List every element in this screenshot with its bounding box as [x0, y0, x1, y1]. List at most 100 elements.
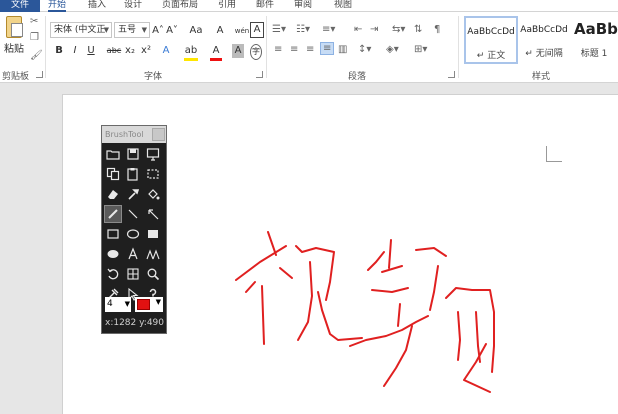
highlight-button[interactable]: ab: [184, 44, 198, 61]
character-shading-button[interactable]: A: [232, 44, 244, 58]
enclose-characters-button[interactable]: 字: [250, 44, 262, 60]
font-color-button[interactable]: A: [210, 44, 222, 61]
filled-rectangle-icon[interactable]: [144, 225, 162, 243]
cut-icon[interactable]: ✂: [30, 16, 38, 27]
underline-button[interactable]: U: [86, 44, 96, 58]
align-left-icon[interactable]: ≡: [274, 44, 282, 55]
style-sample: AaBb: [574, 20, 618, 38]
grid-icon[interactable]: [124, 265, 142, 283]
font-family-select[interactable]: 宋体 (中文正 ▼: [50, 22, 112, 38]
copy-icon[interactable]: [104, 165, 122, 183]
tab-file[interactable]: 文件: [0, 0, 40, 12]
group-divider: [266, 16, 267, 78]
align-right-icon[interactable]: ≡: [306, 44, 314, 55]
styles-group-label: 样式: [532, 72, 551, 82]
chinese-layout-icon[interactable]: ⇆▾: [392, 24, 405, 35]
tab-design[interactable]: 设计: [124, 0, 142, 12]
bullets-icon[interactable]: ☰▾: [272, 24, 286, 35]
paste-button[interactable]: 粘贴: [4, 40, 24, 55]
save-icon[interactable]: [124, 145, 142, 163]
shading-icon[interactable]: ◈▾: [386, 44, 399, 55]
align-center-icon[interactable]: ≡: [290, 44, 298, 55]
grow-font-button[interactable]: A˄: [152, 24, 164, 38]
paragraph-group-label: 段落: [348, 72, 367, 82]
format-painter-icon[interactable]: 🖌: [30, 50, 43, 61]
strikethrough-button[interactable]: abc: [106, 44, 122, 58]
italic-button[interactable]: I: [70, 44, 80, 58]
eraser-icon[interactable]: [104, 185, 122, 203]
font-size-select[interactable]: 五号 ▼: [114, 22, 150, 38]
font-launcher-icon[interactable]: [256, 71, 263, 78]
clear-format-button[interactable]: A: [214, 24, 226, 38]
text-style-icon[interactable]: [144, 245, 162, 263]
open-folder-icon[interactable]: [104, 145, 122, 163]
brush-size-select[interactable]: 4 ▼: [105, 297, 131, 312]
ellipse-tool-icon[interactable]: [124, 225, 142, 243]
sort-icon[interactable]: ⇅: [414, 24, 422, 35]
tab-references[interactable]: 引用: [218, 0, 236, 12]
arrow-tool-icon[interactable]: [144, 205, 162, 223]
change-case-button[interactable]: Aa: [186, 24, 206, 38]
tab-view[interactable]: 视图: [334, 0, 352, 12]
select-rect-icon[interactable]: [144, 165, 162, 183]
multilevel-list-icon[interactable]: ≡▾: [322, 24, 335, 35]
brush-size-value: 4: [107, 299, 113, 309]
phonetic-guide-button[interactable]: wén: [234, 24, 250, 38]
style-name: ↵ 正文: [476, 51, 506, 61]
numbering-icon[interactable]: ☷▾: [296, 24, 310, 35]
paste-icon[interactable]: [124, 165, 142, 183]
paste-icon[interactable]: [6, 16, 23, 38]
brush-color-select[interactable]: ▼: [135, 297, 163, 312]
character-border-button[interactable]: A: [250, 22, 264, 38]
decrease-indent-icon[interactable]: ⇤: [354, 24, 362, 35]
style-sample: AaBbCcDd: [520, 25, 568, 35]
text-effects-button[interactable]: A: [160, 44, 172, 58]
subscript-button[interactable]: x₂: [124, 44, 136, 58]
borders-icon[interactable]: ⊞▾: [414, 44, 427, 55]
line-spacing-icon[interactable]: ↕▾: [358, 44, 371, 55]
shrink-font-button[interactable]: A˅: [166, 24, 178, 38]
justify-icon[interactable]: ≡: [320, 42, 335, 55]
clipboard-launcher-icon[interactable]: [36, 71, 43, 78]
tab-page-layout[interactable]: 页面布局: [162, 0, 198, 12]
tab-mailings[interactable]: 邮件: [256, 0, 274, 12]
clipboard-group-label: 剪贴板: [2, 72, 30, 82]
line-tool-icon[interactable]: [124, 205, 142, 223]
brushtool-palette[interactable]: BrushTool 4 ▼ ▼ x:1282 y:490: [101, 125, 167, 334]
group-divider: [45, 16, 46, 78]
ribbon: 粘贴 ✂ ❐ 🖌 剪贴板 宋体 (中文正 ▼ 五号 ▼ A˄ A˅ Aa A w…: [0, 12, 618, 83]
style-name: ↵ 无间隔: [525, 49, 563, 59]
close-icon[interactable]: [152, 128, 165, 141]
pencil-icon[interactable]: [104, 205, 122, 223]
rectangle-tool-icon[interactable]: [104, 225, 122, 243]
paragraph-launcher-icon[interactable]: [448, 71, 455, 78]
screen-capture-icon[interactable]: [144, 145, 162, 163]
styles-gallery: AaBbCcDd ↵ 正文 AaBbCcDd ↵ 无间隔 AaBb 标题 1: [462, 16, 618, 66]
chevron-down-icon: ▼: [124, 300, 130, 308]
text-tool-icon[interactable]: [124, 245, 142, 263]
copy-icon[interactable]: ❐: [30, 32, 39, 43]
show-marks-icon[interactable]: ¶: [434, 24, 440, 35]
superscript-button[interactable]: x²: [140, 44, 152, 58]
font-family-value: 宋体 (中文正: [54, 25, 106, 35]
style-no-spacing[interactable]: AaBbCcDd ↵ 无间隔: [518, 16, 570, 64]
undo-icon[interactable]: [104, 265, 122, 283]
chevron-down-icon: ▼: [103, 26, 109, 34]
cursor-coordinates: x:1282 y:490: [105, 318, 165, 328]
style-heading-1[interactable]: AaBb 标题 1: [570, 16, 618, 64]
fill-bucket-icon[interactable]: [144, 185, 162, 203]
magnifier-icon[interactable]: [144, 265, 162, 283]
filled-ellipse-icon[interactable]: [104, 245, 122, 263]
page-margin-marker: [546, 146, 562, 162]
increase-indent-icon[interactable]: ⇥: [370, 24, 378, 35]
eyedropper-icon[interactable]: [124, 185, 142, 203]
tab-home[interactable]: 开始: [48, 0, 67, 12]
font-size-value: 五号: [118, 25, 137, 35]
chevron-down-icon: ▼: [155, 298, 161, 306]
style-normal[interactable]: AaBbCcDd ↵ 正文: [464, 16, 518, 64]
bold-button[interactable]: B: [54, 44, 64, 58]
distributed-icon[interactable]: ▥: [338, 44, 347, 55]
group-divider: [458, 16, 459, 78]
tab-review[interactable]: 审阅: [294, 0, 312, 12]
tab-insert[interactable]: 插入: [88, 0, 106, 12]
